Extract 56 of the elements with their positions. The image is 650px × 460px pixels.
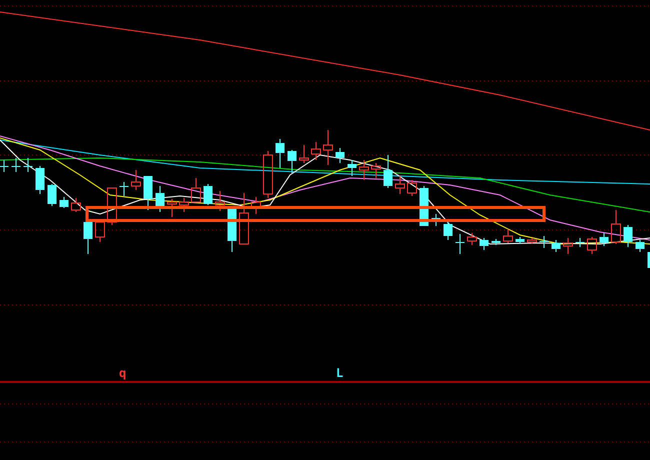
candlestick xyxy=(407,180,417,196)
candlestick xyxy=(95,222,105,242)
candlestick xyxy=(624,224,632,248)
candlestick xyxy=(516,236,524,244)
candlestick xyxy=(36,166,44,194)
candlestick xyxy=(263,150,273,198)
candlestick xyxy=(444,222,452,240)
candlestick xyxy=(84,220,92,254)
candlestick xyxy=(71,198,81,212)
candlestick xyxy=(384,154,392,188)
candlestick xyxy=(552,240,560,252)
candlestick xyxy=(600,232,608,246)
candlestick xyxy=(12,158,20,172)
candlestick xyxy=(527,238,537,244)
candlestick xyxy=(611,210,621,244)
candlestick xyxy=(576,238,584,248)
candlestick xyxy=(348,160,356,176)
candlestick xyxy=(131,170,141,190)
candlestick xyxy=(0,160,8,172)
candlestick xyxy=(467,232,477,246)
candlestick xyxy=(251,196,261,214)
candlestick xyxy=(228,208,236,252)
candlestick xyxy=(156,186,164,212)
candlestick xyxy=(371,162,381,178)
candlestick xyxy=(144,176,152,210)
marker-label: L xyxy=(336,366,344,380)
candlestick xyxy=(336,148,344,164)
candlestick xyxy=(359,160,369,180)
candlestick xyxy=(24,158,32,172)
candlestick xyxy=(204,184,212,206)
candlestick xyxy=(492,238,500,246)
candlestick xyxy=(587,236,597,254)
candlestick xyxy=(395,176,405,194)
candlestick xyxy=(311,142,321,160)
candlestick xyxy=(288,150,296,174)
candlestick xyxy=(636,240,644,252)
candlestick xyxy=(276,138,284,168)
candlestick xyxy=(48,184,56,206)
candlestick xyxy=(323,130,333,166)
candlestick xyxy=(480,238,488,250)
candlestick xyxy=(648,252,650,268)
candlestick xyxy=(540,236,548,248)
candlestick xyxy=(60,196,68,208)
candlestick xyxy=(503,228,513,244)
candlestick xyxy=(179,198,189,212)
candlestick xyxy=(120,182,128,196)
candlestick xyxy=(299,144,309,164)
candlestick xyxy=(215,190,225,212)
candlestick xyxy=(456,234,464,254)
candlestick xyxy=(239,192,249,244)
marker-label: q xyxy=(119,366,126,380)
candlestick xyxy=(563,238,573,254)
candlestick xyxy=(107,188,117,226)
candlestick xyxy=(432,214,440,226)
candlestick xyxy=(191,178,201,202)
candlestick xyxy=(167,198,177,218)
